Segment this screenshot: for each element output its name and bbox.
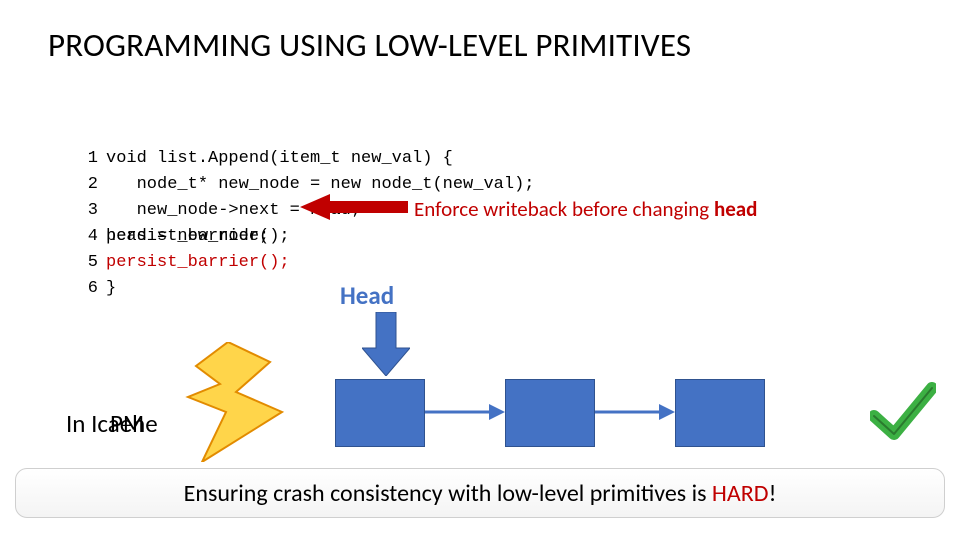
enforce-head-word: head [714, 196, 757, 222]
arrow-left-icon [300, 194, 408, 220]
line-number: 6 [80, 276, 98, 302]
code-text: node_t* new_node = new node_t(new_val); [106, 175, 534, 194]
line-6: 6} [80, 279, 116, 298]
list-node [335, 379, 425, 447]
line-2: 2 node_t* new_node = new node_t(new_val)… [80, 175, 534, 194]
code-block: 1void list.Append(item_t new_val) { 2 no… [80, 120, 534, 328]
checkmark-icon [870, 382, 936, 442]
incache-c: PM [110, 408, 144, 439]
code-text: } [106, 279, 116, 298]
line-4: 4head = new_node;persist_barrier(); [80, 227, 290, 246]
line-number: 1 [80, 146, 98, 172]
link-arrow-icon [425, 403, 505, 421]
footer-text: Ensuring crash consistency with low-leve… [184, 479, 777, 508]
code-text-over: persist_barrier(); [106, 227, 290, 246]
line-number: 4 [80, 224, 98, 250]
footer-hard: HARD [712, 479, 769, 508]
in-cache-label: In IcaehePM [66, 408, 158, 439]
incache-a: In [66, 408, 91, 439]
enforce-writeback-label: Enforce writeback before changing head [414, 196, 757, 222]
enforce-text: Enforce writeback before changing [414, 196, 714, 222]
slide: PROGRAMMING USING LOW-LEVEL PRIMITIVES 1… [0, 0, 960, 540]
slide-title: PROGRAMMING USING LOW-LEVEL PRIMITIVES [48, 25, 691, 65]
line-number: 5 [80, 250, 98, 276]
line-number: 3 [80, 198, 98, 224]
line-1: 1void list.Append(item_t new_val) { [80, 149, 453, 168]
list-node [505, 379, 595, 447]
line-5: 5persist_barrier(); [80, 253, 290, 272]
list-node [675, 379, 765, 447]
overlapped-text: head = new_node;persist_barrier(); [106, 224, 290, 250]
code-text: void list.Append(item_t new_val) { [106, 149, 453, 168]
code-text: persist_barrier(); [106, 253, 290, 272]
head-label: Head [340, 280, 394, 311]
linked-list-nodes [335, 379, 765, 447]
arrow-down-icon [362, 312, 410, 376]
footer-callout: Ensuring crash consistency with low-leve… [15, 468, 945, 518]
lightning-bolt-icon [180, 342, 300, 462]
footer-post: ! [769, 479, 777, 508]
footer-pre: Ensuring crash consistency with low-leve… [184, 479, 712, 508]
line-number: 2 [80, 172, 98, 198]
link-arrow-icon [595, 403, 675, 421]
